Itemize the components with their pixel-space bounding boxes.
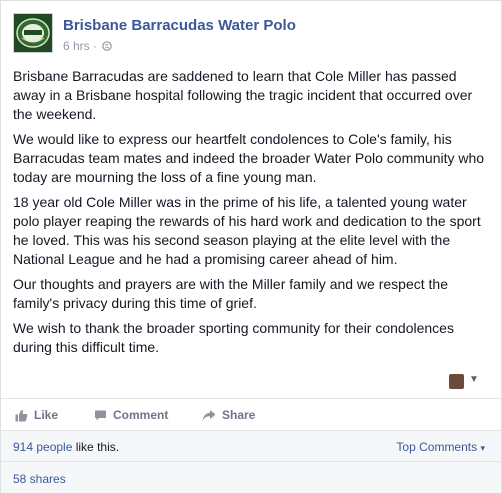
chevron-down-icon[interactable]: ▼ <box>469 374 479 385</box>
top-comments-dropdown[interactable]: Top Comments ▾ <box>396 440 485 454</box>
post-meta: 6 hrs · <box>63 39 113 53</box>
comment-label: Comment <box>113 408 169 422</box>
post-body: Brisbane Barracudas are saddened to lear… <box>13 67 491 363</box>
shares-link[interactable]: 58 shares <box>13 472 66 486</box>
likes-suffix: like this. <box>72 440 120 454</box>
globe-icon[interactable] <box>102 41 113 51</box>
comment-bubble-icon <box>95 410 106 420</box>
share-arrow-icon <box>202 409 216 421</box>
like-label: Like <box>34 408 59 422</box>
post-footer: 914 people like this. Top Comments ▾ 58 … <box>1 430 501 493</box>
post-paragraph: 18 year old Cole Miller was in the prime… <box>13 194 481 267</box>
user-mini-avatar <box>449 374 464 389</box>
post-header: Brisbane Barracudas Water Polo 6 hrs · <box>13 13 483 57</box>
chevron-down-icon: ▾ <box>480 443 485 453</box>
barracudas-logo-icon <box>16 18 50 48</box>
post-paragraph: We would like to express our heartfelt c… <box>13 131 485 185</box>
post-actions-bar: Like Comment Share <box>1 398 501 431</box>
page-avatar[interactable] <box>13 13 53 53</box>
facebook-post-card: Brisbane Barracudas Water Polo 6 hrs · B… <box>0 0 502 493</box>
post-paragraph: Our thoughts and prayers are with the Mi… <box>13 276 448 311</box>
meta-separator: · <box>93 39 98 53</box>
likes-count-link[interactable]: 914 people <box>13 440 72 454</box>
post-paragraph: We wish to thank the broader sporting co… <box>13 320 454 355</box>
post-timestamp[interactable]: 6 hrs <box>63 39 90 53</box>
share-button[interactable]: Share <box>202 406 255 424</box>
share-label: Share <box>222 408 256 422</box>
likes-row: 914 people like this. Top Comments ▾ <box>1 431 501 462</box>
top-comments-label: Top Comments <box>396 440 478 454</box>
thumbs-up-icon <box>15 409 28 421</box>
page-name-link[interactable]: Brisbane Barracudas Water Polo <box>63 17 296 34</box>
comment-button[interactable]: Comment <box>94 406 168 424</box>
like-button[interactable]: Like <box>15 406 58 424</box>
likes-summary: 914 people like this. <box>13 440 119 454</box>
post-paragraph: Brisbane Barracudas are saddened to lear… <box>13 68 473 122</box>
